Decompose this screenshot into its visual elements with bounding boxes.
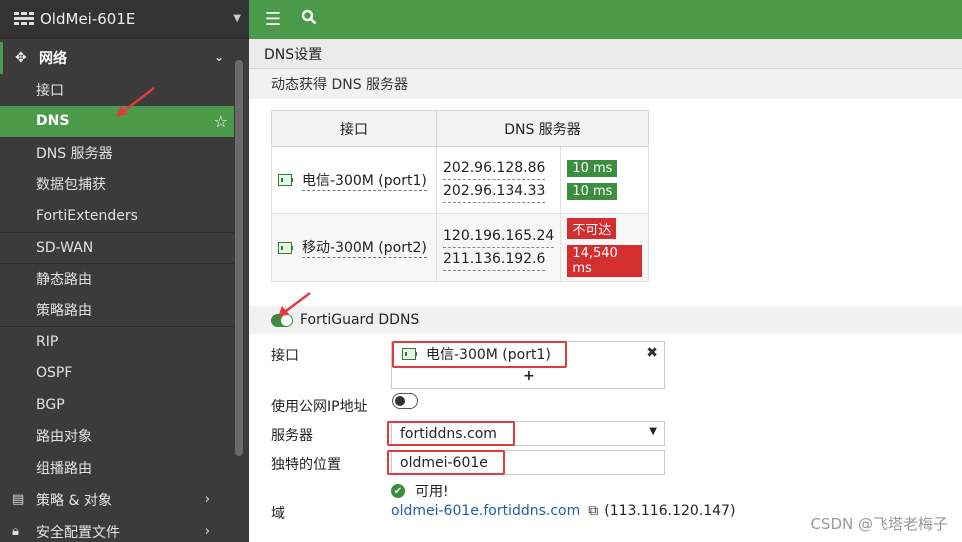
sidebar-item-label: SD-WAN [36,239,94,256]
sidebar-item-label: 路由对象 [36,429,92,446]
sidebar-item-fortiextenders[interactable]: FortiExtenders [0,200,234,232]
sidebar-item-ospf[interactable]: OSPF [0,358,234,390]
highlight-box [387,450,505,475]
sidebar-item-packet-capture[interactable]: 数据包捕获 [0,169,234,201]
move-arrows-icon: ✥ [15,50,27,66]
sidebar-item-sd-wan[interactable]: SD-WAN [0,231,234,264]
sidebar-item-label: 数据包捕获 [36,177,106,194]
domain-ip: (113.116.120.147) [604,503,736,519]
sidebar-item-label: RIP [36,334,59,351]
table-cell: 202.96.128.86 202.96.134.33 [435,146,562,214]
fortinet-logo-icon [14,12,34,25]
sidebar-section-security-profiles[interactable]: 🔒︎ 安全配置文件 › [0,516,234,542]
domain-label: 域 [271,506,285,522]
table-header: DNS 服务器 [436,110,649,147]
table-row: 移动-300M (port2) 120.196.165.24 211.136.1… [271,213,649,282]
domain-row: oldmei-601e.fortiddns.com ⧉ (113.116.120… [391,503,735,519]
sidebar: OldMei-601E ▼ ✥ 网络 ⌄ 接口 DNS ☆ DNS 服务器 数据… [0,0,249,542]
latency-badge: 10 ms [567,160,618,177]
clipboard-icon: ▤ [12,492,25,507]
app-window: OldMei-601E ▼ ✥ 网络 ⌄ 接口 DNS ☆ DNS 服务器 数据… [0,0,962,542]
search-icon[interactable] [297,9,321,30]
latency-badge: 不可达 [567,218,617,239]
table-cell: 电信-300M (port1) [271,146,437,214]
sidebar-item-label: 组播路由 [36,460,92,477]
ddns-title: FortiGuard DDNS [300,312,420,328]
dns-server-table: 接口 DNS 服务器 电信-300M (port1) 202.96.128.86… [271,110,649,282]
close-icon[interactable]: ✖ [646,345,658,361]
port-icon [278,241,293,254]
interface-link[interactable]: 移动-300M (port2) [302,237,427,258]
sidebar-item-rip[interactable]: RIP [0,326,234,358]
sidebar-section-label: 网络 [39,51,67,67]
external-link-icon[interactable]: ⧉ [588,503,598,519]
sidebar-item-label: FortiExtenders [36,207,138,224]
sidebar-section-label: 安全配置文件 [36,524,120,541]
table-row: 电信-300M (port1) 202.96.128.86 202.96.134… [271,146,649,214]
sidebar-item-bgp[interactable]: BGP [0,389,234,421]
table-cell: 不可达 14,540 ms [560,213,649,282]
annotation-arrow-icon [278,292,311,317]
top-bar: ☰ [249,0,962,39]
port-icon [278,174,293,186]
unique-location-label: 独特的位置 [271,457,341,473]
sidebar-item-label: DNS [36,113,70,130]
annotation-arrow-icon [116,87,155,117]
server-label: 服务器 [271,428,313,444]
lock-icon: 🔒︎ [12,524,19,539]
public-ip-label: 使用公网IP地址 [271,399,368,415]
latency-badge: 14,540 ms [567,245,642,277]
hamburger-menu-icon[interactable]: ☰ [261,9,285,30]
table-header: 接口 [271,110,437,147]
public-ip-toggle[interactable] [392,393,418,409]
sidebar-item-label: OSPF [36,365,73,382]
chevron-right-icon: › [204,523,210,539]
availability-status: ✔ 可用! [391,481,449,501]
dns-settings-content: 动态获得 DNS 服务器 接口 DNS 服务器 电信-300M (port1) [249,69,962,542]
add-icon[interactable]: + [523,368,535,384]
dns-ip[interactable]: 120.196.165.24 [443,225,555,248]
watermark: CSDN @飞塔老梅子 [810,515,948,533]
highlight-box [392,341,567,368]
sidebar-item-label: 策略路由 [36,303,92,320]
sidebar-item-routing-objects[interactable]: 路由对象 [0,421,234,453]
sidebar-item-policy-routes[interactable]: 策略路由 [0,295,234,327]
availability-text: 可用! [415,484,449,500]
device-selector[interactable]: OldMei-601E ▼ [0,0,249,39]
sidebar-scrollbar[interactable] [235,60,243,456]
check-circle-icon: ✔ [391,484,405,498]
dns-ip[interactable]: 202.96.128.86 [443,157,546,180]
page-title: DNS设置 [249,39,962,69]
caret-down-icon: ▼ [649,426,657,437]
star-icon[interactable]: ☆ [214,112,228,131]
dns-ip[interactable]: 202.96.134.33 [443,180,546,203]
device-name: OldMei-601E [40,10,136,28]
chevron-right-icon: › [204,491,210,507]
ddns-header: FortiGuard DDNS [249,306,962,334]
sidebar-section-network[interactable]: ✥ 网络 ⌄ [0,42,234,74]
dynamic-dns-header: 动态获得 DNS 服务器 [249,69,962,99]
table-cell: 10 ms 10 ms [560,146,649,214]
domain-link[interactable]: oldmei-601e.fortiddns.com [391,503,580,519]
sidebar-section-policy-objects[interactable]: ▤ 策略 & 对象 › [0,484,234,516]
chevron-down-icon: ⌄ [213,50,224,64]
table-cell: 120.196.165.24 211.136.192.6 [435,213,562,282]
sidebar-item-static-routes[interactable]: 静态路由 [0,263,234,295]
sidebar-section-label: 策略 & 对象 [36,492,112,509]
dns-ip[interactable]: 211.136.192.6 [443,248,546,271]
interface-link[interactable]: 电信-300M (port1) [302,170,427,191]
latency-badge: 10 ms [567,183,618,200]
caret-down-icon: ▼ [233,13,241,24]
sidebar-item-label: BGP [36,396,65,413]
sidebar-item-multicast[interactable]: 组播路由 [0,452,234,484]
sidebar-item-label: 静态路由 [36,272,92,289]
highlight-box [387,421,515,446]
sidebar-item-label: 接口 [36,82,64,99]
table-cell: 移动-300M (port2) [271,213,437,282]
sidebar-item-label: DNS 服务器 [36,145,113,162]
sidebar-item-dns-server[interactable]: DNS 服务器 [0,137,234,169]
interface-label: 接口 [271,348,299,364]
